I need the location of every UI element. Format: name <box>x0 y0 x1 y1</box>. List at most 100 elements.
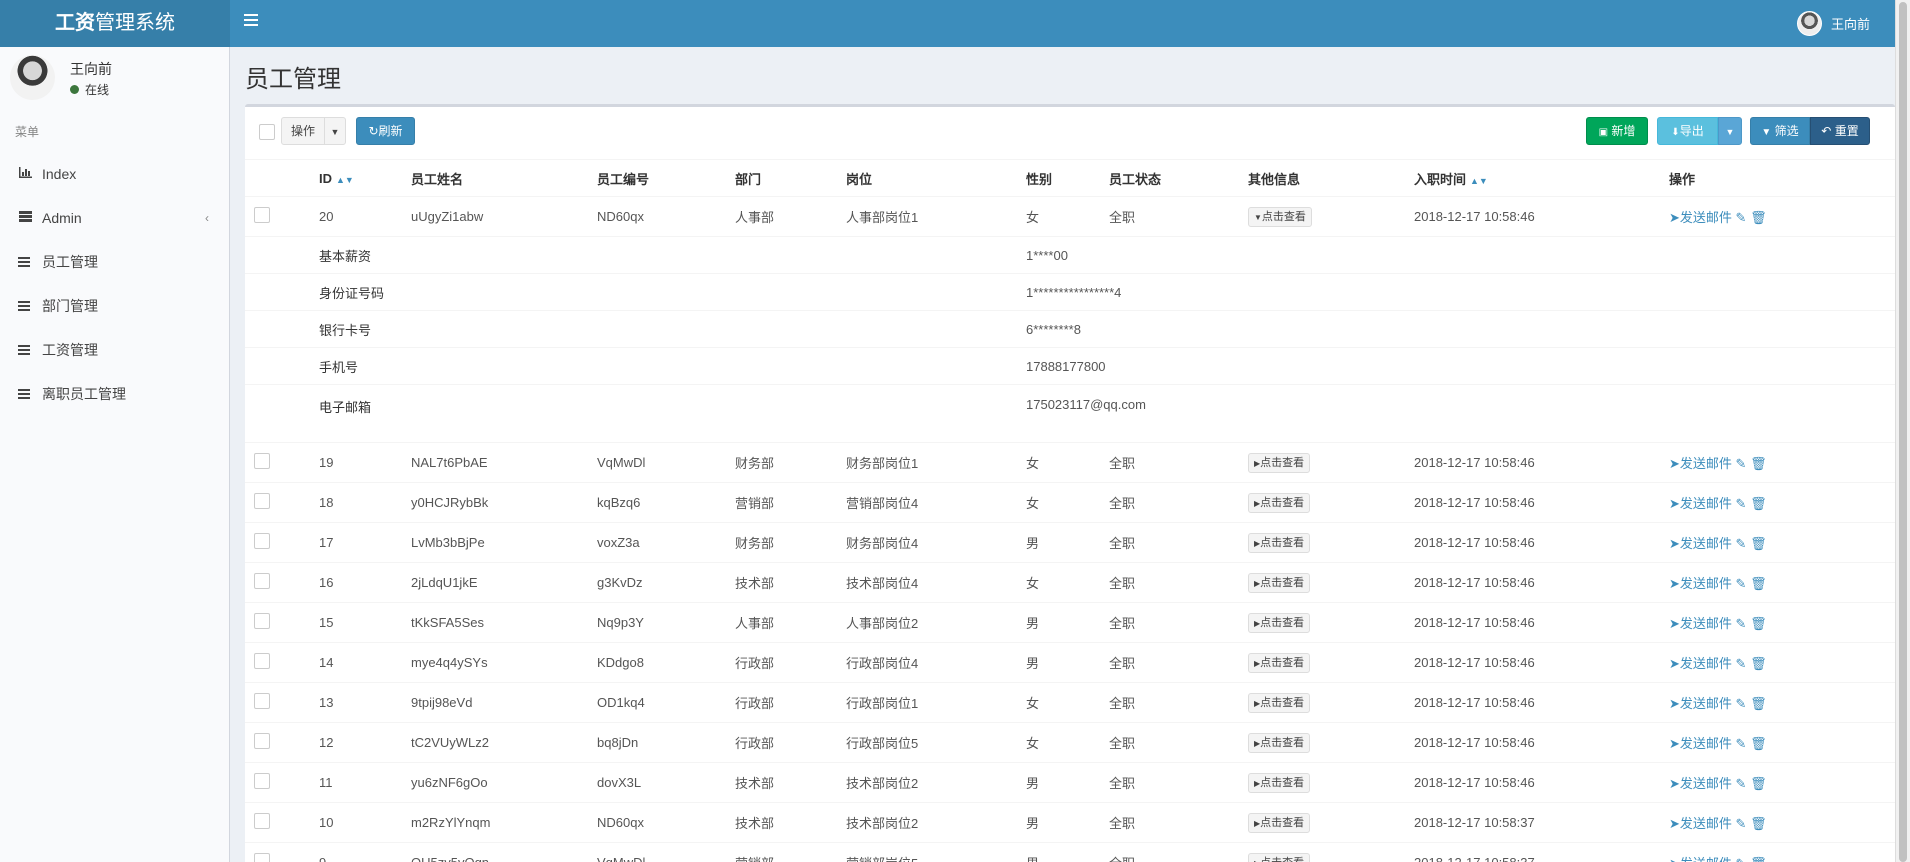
send-mail-link[interactable]: ➤发送邮件 <box>1669 536 1732 551</box>
export-button[interactable]: ⬇导出 <box>1657 117 1718 145</box>
edit-icon[interactable]: ✎ <box>1736 856 1747 862</box>
send-mail-link[interactable]: ➤发送邮件 <box>1669 736 1732 751</box>
trash-icon[interactable]: 🗑 <box>1750 696 1767 711</box>
refresh-button[interactable]: ↻刷新 <box>356 117 415 145</box>
send-mail-link[interactable]: ➤发送邮件 <box>1669 776 1732 791</box>
edit-icon[interactable]: ✎ <box>1736 496 1747 511</box>
cell-post: 技术部岗位2 <box>846 802 1026 843</box>
view-details-button[interactable]: ▶点击查看 <box>1248 652 1311 673</box>
view-details-button[interactable]: ▶点击查看 <box>1248 532 1311 553</box>
reset-button[interactable]: ↶ 重置 <box>1810 117 1870 145</box>
row-checkbox[interactable] <box>254 533 270 549</box>
row-checkbox[interactable] <box>254 207 270 223</box>
edit-icon[interactable]: ✎ <box>1736 536 1747 551</box>
send-mail-link[interactable]: ➤发送邮件 <box>1669 456 1732 471</box>
row-checkbox[interactable] <box>254 453 270 469</box>
trash-icon[interactable]: 🗑 <box>1750 776 1767 791</box>
edit-icon[interactable]: ✎ <box>1736 456 1747 471</box>
send-mail-link[interactable]: ➤发送邮件 <box>1669 576 1732 591</box>
edit-icon[interactable]: ✎ <box>1736 696 1747 711</box>
detail-label: 电子邮箱 <box>319 384 1026 443</box>
view-details-button[interactable]: ▶点击查看 <box>1248 612 1311 633</box>
paper-plane-icon: ➤ <box>1669 856 1680 862</box>
view-details-button[interactable]: ▶点击查看 <box>1248 852 1311 862</box>
add-button[interactable]: ▣ 新增 <box>1586 117 1648 145</box>
row-checkbox[interactable] <box>254 573 270 589</box>
select-all-checkbox[interactable] <box>259 124 275 140</box>
sidebar-toggle-icon[interactable] <box>244 14 258 28</box>
send-mail-link[interactable]: ➤发送邮件 <box>1669 210 1732 225</box>
trash-icon[interactable]: 🗑 <box>1750 496 1767 511</box>
trash-icon[interactable]: 🗑 <box>1750 816 1767 831</box>
user-menu[interactable]: 王向前 <box>1796 10 1870 36</box>
view-details-button[interactable]: ▶点击查看 <box>1248 452 1311 473</box>
caret-down-icon: ▼ <box>330 127 340 137</box>
cell-status: 全职 <box>1109 442 1248 483</box>
cell-actions: ➤发送邮件 ✎ 🗑 <box>1669 522 1895 563</box>
table-row: 14 mye4q4ySYs KDdgo8 行政部 行政部岗位4 男全职 ▶点击查看 2018-… <box>245 642 1895 683</box>
header-id[interactable]: ID ▲▼ <box>319 159 411 197</box>
trash-icon[interactable]: 🗑 <box>1750 210 1767 225</box>
app-logo[interactable]: 工资管理系统 <box>0 0 230 47</box>
trash-icon[interactable]: 🗑 <box>1750 616 1767 631</box>
edit-icon[interactable]: ✎ <box>1736 616 1747 631</box>
page-scrollbar[interactable] <box>1895 0 1910 862</box>
send-mail-link[interactable]: ➤发送邮件 <box>1669 816 1732 831</box>
cell-dept: 行政部 <box>735 642 846 683</box>
detail-row: 基本薪资 1****00 <box>245 236 1895 274</box>
row-checkbox[interactable] <box>254 493 270 509</box>
trash-icon[interactable]: 🗑 <box>1750 656 1767 671</box>
sidebar-item-employees[interactable]: 员工管理 <box>0 240 229 284</box>
view-details-button[interactable]: ▶点击查看 <box>1248 572 1311 593</box>
sidebar-item-admin[interactable]: Admin ‹ <box>0 196 229 240</box>
edit-icon[interactable]: ✎ <box>1736 656 1747 671</box>
cell-post: 人事部岗位1 <box>846 196 1026 237</box>
view-details-button[interactable]: ▶点击查看 <box>1248 492 1311 513</box>
trash-icon[interactable]: 🗑 <box>1750 536 1767 551</box>
trash-icon[interactable]: 🗑 <box>1750 736 1767 751</box>
row-checkbox[interactable] <box>254 693 270 709</box>
send-mail-link[interactable]: ➤发送邮件 <box>1669 696 1732 711</box>
scroll-thumb[interactable] <box>1899 2 1907 862</box>
row-checkbox[interactable] <box>254 813 270 829</box>
cell-actions: ➤发送邮件 ✎ 🗑 <box>1669 196 1895 237</box>
row-checkbox[interactable] <box>254 733 270 749</box>
row-checkbox[interactable] <box>254 613 270 629</box>
trash-icon[interactable]: 🗑 <box>1750 576 1767 591</box>
header-checkbox-cell <box>245 159 319 197</box>
filter-button[interactable]: ▼ 筛选 <box>1750 117 1810 145</box>
row-checkbox[interactable] <box>254 773 270 789</box>
send-mail-link[interactable]: ➤发送邮件 <box>1669 656 1732 671</box>
edit-icon[interactable]: ✎ <box>1736 210 1747 225</box>
view-details-button[interactable]: ▼点击查看 <box>1248 206 1312 227</box>
ops-caret-button[interactable]: ▼ <box>324 117 346 145</box>
export-caret-button[interactable]: ▼ <box>1718 117 1742 145</box>
edit-icon[interactable]: ✎ <box>1736 576 1747 591</box>
ops-label: 操作 <box>290 124 315 138</box>
edit-icon[interactable]: ✎ <box>1736 816 1747 831</box>
view-details-button[interactable]: ▶点击查看 <box>1248 772 1311 793</box>
sidebar-item-index[interactable]: Index <box>0 152 229 196</box>
send-mail-link[interactable]: ➤发送邮件 <box>1669 496 1732 511</box>
cell-other-info: ▼点击查看 <box>1248 196 1414 237</box>
sidebar-user-name: 王向前 <box>70 61 112 77</box>
view-details-button[interactable]: ▶点击查看 <box>1248 812 1311 833</box>
header-hire-time[interactable]: 入职时间 ▲▼ <box>1414 159 1669 197</box>
edit-icon[interactable]: ✎ <box>1736 776 1747 791</box>
row-checkbox[interactable] <box>254 853 270 862</box>
trash-icon[interactable]: 🗑 <box>1750 456 1767 471</box>
send-mail-link[interactable]: ➤发送邮件 <box>1669 616 1732 631</box>
cell-hire-time: 2018-12-17 10:58:46 <box>1414 722 1669 763</box>
cell-code: KDdgo8 <box>597 642 735 683</box>
row-checkbox[interactable] <box>254 653 270 669</box>
header-status: 员工状态 <box>1109 159 1248 197</box>
ops-dropdown-button[interactable]: 操作 <box>281 117 325 145</box>
sidebar-item-salary[interactable]: 工资管理 <box>0 328 229 372</box>
view-details-button[interactable]: ▶点击查看 <box>1248 692 1311 713</box>
sidebar-item-departments[interactable]: 部门管理 <box>0 284 229 328</box>
sidebar-item-resigned[interactable]: 离职员工管理 <box>0 372 229 416</box>
send-mail-link[interactable]: ➤发送邮件 <box>1669 856 1732 862</box>
view-details-button[interactable]: ▶点击查看 <box>1248 732 1311 753</box>
trash-icon[interactable]: 🗑 <box>1750 856 1767 862</box>
edit-icon[interactable]: ✎ <box>1736 736 1747 751</box>
